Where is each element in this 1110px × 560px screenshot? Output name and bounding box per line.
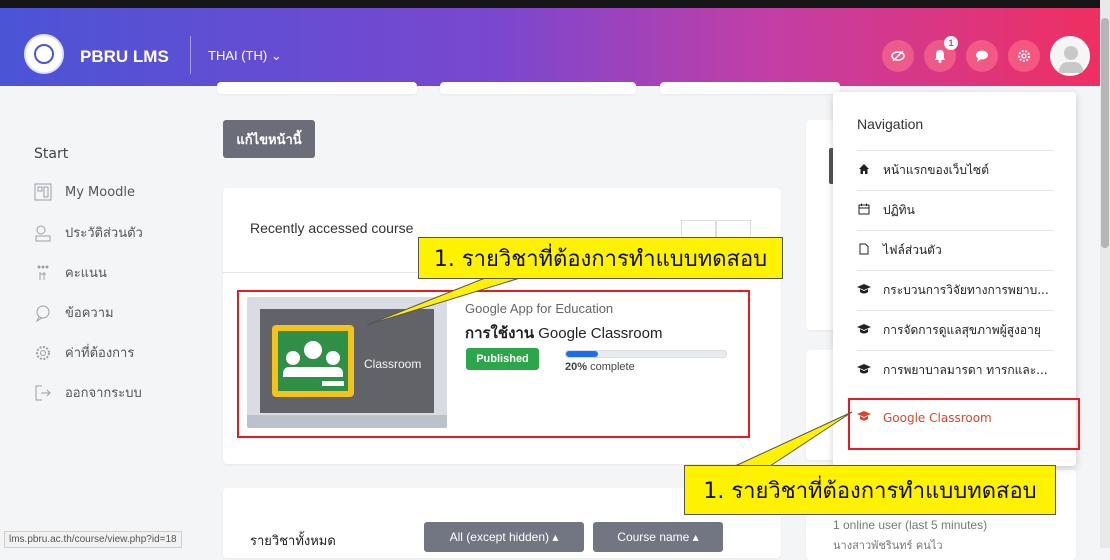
navbar-divider xyxy=(190,36,191,74)
top-card-2 xyxy=(440,82,636,94)
chat-icon[interactable] xyxy=(966,40,998,72)
grades-icon xyxy=(33,263,53,283)
file-icon xyxy=(857,243,871,259)
gear-icon[interactable] xyxy=(1008,40,1040,72)
nav-item-site-home[interactable]: หน้าแรกของเว็บไซต์ xyxy=(857,150,1053,190)
university-logo[interactable] xyxy=(24,34,64,74)
online-user-name[interactable]: นางสาวพัชรินทร์ คนไว xyxy=(833,536,943,554)
sidebar-item-label: ออกจากระบบ xyxy=(65,386,142,401)
profile-icon xyxy=(33,223,53,243)
sidebar-item-label: My Moodle xyxy=(65,184,136,200)
status-url: lms.pbru.ac.th/course/view.php?id=18 xyxy=(4,531,182,548)
sidebar-item-my-moodle[interactable]: My Moodle xyxy=(33,182,135,202)
sidebar-item-label: คะแนน xyxy=(65,266,107,281)
sidebar-item-grades[interactable]: คะแนน xyxy=(33,262,107,283)
callout-upper: 1. รายวิชาที่ต้องการทำแบบทดสอบ xyxy=(418,237,783,279)
eye-slash-icon[interactable] xyxy=(882,40,914,72)
bell-icon[interactable]: 1 xyxy=(924,36,958,72)
callout-lower: 1. รายวิชาที่ต้องการทำแบบทดสอบ xyxy=(684,465,1056,515)
graduation-cap-icon xyxy=(857,323,871,339)
notification-count-badge: 1 xyxy=(944,36,958,50)
sidebar-item-messages[interactable]: ข้อความ xyxy=(33,302,114,323)
nav-highlight-box xyxy=(848,398,1080,450)
nav-item-course-3[interactable]: การพยาบาลมารดา ทารกและ... xyxy=(857,350,1053,390)
user-avatar[interactable] xyxy=(1050,36,1090,76)
top-card-1 xyxy=(217,82,417,94)
dashboard-icon xyxy=(33,182,53,202)
right-block-2 xyxy=(806,350,836,460)
sidebar-start-heading: Start xyxy=(34,146,69,162)
site-brand[interactable]: PBRU LMS xyxy=(80,47,169,67)
scrollbar-thumb[interactable] xyxy=(1101,18,1109,248)
sidebar-item-label: ข้อความ xyxy=(65,306,114,321)
sidebar-item-preferences[interactable]: ค่าที่ต้องการ xyxy=(33,342,134,363)
logout-icon xyxy=(33,383,53,403)
calendar-icon xyxy=(857,203,871,219)
left-sidebar: Start My Moodle ประวัติส่วนตัว คะแนน ข้อ… xyxy=(0,92,205,548)
recent-courses-title: Recently accessed course xyxy=(250,220,414,236)
language-selector[interactable]: THAI (TH) ⌄ xyxy=(208,48,282,64)
home-icon xyxy=(857,163,871,179)
sidebar-item-logout[interactable]: ออกจากระบบ xyxy=(33,382,142,403)
navbar-icons: 1 xyxy=(882,36,1090,76)
message-icon xyxy=(33,303,53,323)
edit-page-button[interactable]: แก้ไขหน้านี้ xyxy=(223,120,315,158)
graduation-cap-icon xyxy=(857,283,871,299)
nav-item-calendar[interactable]: ปฏิทิน xyxy=(857,190,1053,230)
nav-item-course-1[interactable]: กระบวนการวิจัยทางการพยาบ... xyxy=(857,270,1053,310)
top-navbar: PBRU LMS THAI (TH) ⌄ 1 xyxy=(0,0,1100,92)
navbar-gradient: PBRU LMS THAI (TH) ⌄ 1 xyxy=(0,8,1100,86)
dropdown-title: Navigation xyxy=(857,116,924,132)
top-card-3 xyxy=(660,82,840,94)
settings-icon xyxy=(33,343,53,363)
online-users-title: 1 online user (last 5 minutes) xyxy=(833,518,988,532)
sidebar-item-label: ค่าที่ต้องการ xyxy=(65,346,135,361)
sidebar-item-profile[interactable]: ประวัติส่วนตัว xyxy=(33,222,143,243)
graduation-cap-icon xyxy=(857,363,871,379)
browser-top-strip xyxy=(0,0,1100,8)
sidebar-item-label: ประวัติส่วนตัว xyxy=(65,226,143,241)
nav-item-private-files[interactable]: ไฟล์ส่วนตัว xyxy=(857,230,1053,270)
nav-item-course-2[interactable]: การจัดการดูแลสุขภาพผู้สูงอายุ xyxy=(857,310,1053,350)
course-highlight-box xyxy=(237,290,750,438)
